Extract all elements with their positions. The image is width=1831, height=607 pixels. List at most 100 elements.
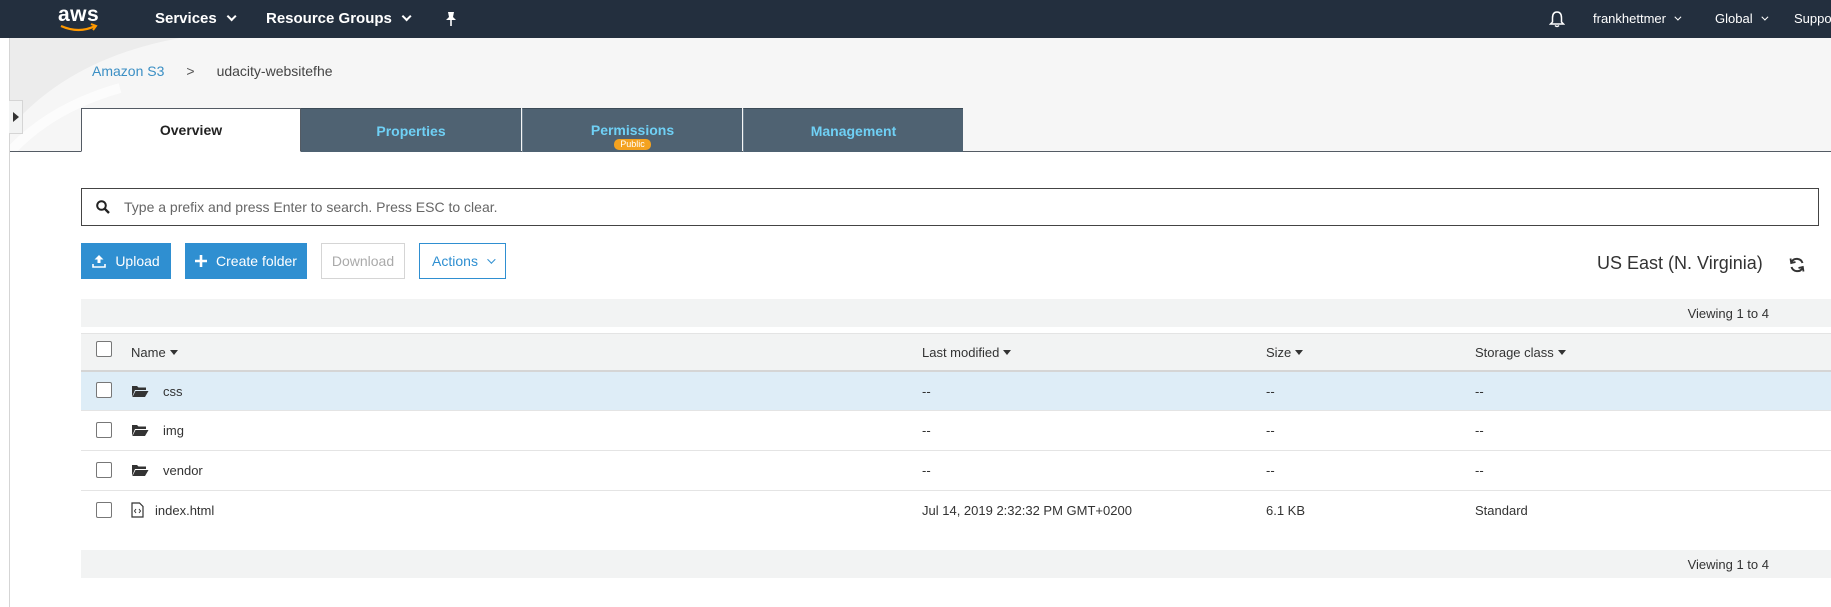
upload-label: Upload xyxy=(115,253,160,269)
row-checkbox[interactable] xyxy=(96,462,112,478)
search-icon xyxy=(96,200,110,214)
row-name[interactable]: vendor xyxy=(131,462,203,478)
column-name-label: Name xyxy=(131,345,166,360)
tab-permissions[interactable]: Permissions Public xyxy=(522,108,742,152)
download-label: Download xyxy=(331,253,395,269)
table-row[interactable]: img -- -- -- xyxy=(81,411,1831,451)
row-name[interactable]: css xyxy=(131,383,183,399)
row-last-modified: -- xyxy=(922,463,931,478)
tab-properties[interactable]: Properties xyxy=(301,108,521,152)
row-checkbox[interactable] xyxy=(96,502,112,518)
chevron-down-icon xyxy=(226,11,237,22)
region-name: Global xyxy=(1715,11,1753,26)
aws-logo[interactable]: aws xyxy=(58,3,104,35)
sort-caret-icon xyxy=(169,350,178,355)
expand-arrow-icon xyxy=(12,112,19,122)
user-menu[interactable]: frankhettmer xyxy=(1593,11,1682,26)
chevron-down-icon xyxy=(1760,13,1769,21)
resource-groups-label: Resource Groups xyxy=(266,10,392,27)
row-name-text: img xyxy=(163,422,184,438)
html-file-icon xyxy=(131,502,145,518)
row-storage-class: -- xyxy=(1475,463,1484,478)
tab-management-label: Management xyxy=(810,122,897,139)
row-checkbox[interactable] xyxy=(96,382,112,398)
row-name[interactable]: img xyxy=(131,422,184,438)
region-menu[interactable]: Global xyxy=(1715,11,1769,26)
row-name-text: index.html xyxy=(155,502,215,518)
search-input[interactable] xyxy=(124,199,1724,215)
pin-icon[interactable] xyxy=(444,11,458,30)
row-name[interactable]: index.html xyxy=(131,502,214,518)
actions-dropdown[interactable]: Actions xyxy=(419,243,506,279)
row-size: 6.1 KB xyxy=(1266,503,1306,518)
column-storage-class-label: Storage class xyxy=(1475,345,1554,360)
bell-icon[interactable] xyxy=(1548,10,1566,31)
folder-open-icon xyxy=(131,462,149,478)
services-menu[interactable]: Services xyxy=(155,10,237,27)
column-header-last-modified[interactable]: Last modified xyxy=(922,345,1012,360)
support-menu[interactable]: Suppo xyxy=(1794,11,1831,26)
folder-open-icon xyxy=(131,383,149,399)
column-size-label: Size xyxy=(1266,345,1292,360)
row-storage-class: Standard xyxy=(1475,503,1528,518)
tab-overview[interactable]: Overview xyxy=(81,108,301,152)
chevron-down-icon xyxy=(401,11,412,22)
breadcrumb-root-link[interactable]: Amazon S3 xyxy=(92,63,164,79)
row-last-modified: -- xyxy=(922,423,931,438)
row-name-text: css xyxy=(163,383,183,399)
sort-caret-icon xyxy=(1557,350,1566,355)
create-folder-label: Create folder xyxy=(216,253,297,269)
resource-groups-menu[interactable]: Resource Groups xyxy=(266,10,412,27)
chevron-down-icon xyxy=(1674,13,1682,21)
select-all-checkbox[interactable] xyxy=(96,341,112,357)
viewing-count-text: Viewing 1 to 4 xyxy=(1687,306,1769,321)
upload-icon xyxy=(92,254,107,268)
table-header: Name Last modified Size Storage class xyxy=(81,333,1831,371)
support-label: Suppo xyxy=(1794,11,1831,26)
viewing-count-text: Viewing 1 to 4 xyxy=(1687,557,1769,572)
public-badge: Public xyxy=(614,138,651,150)
column-header-size[interactable]: Size xyxy=(1266,345,1304,360)
row-last-modified: Jul 14, 2019 2:32:32 PM GMT+0200 xyxy=(922,503,1132,518)
column-last-modified-label: Last modified xyxy=(922,345,1000,360)
viewing-count-bottom: Viewing 1 to 4 xyxy=(81,550,1831,578)
sort-caret-icon xyxy=(1003,350,1012,355)
region-label: US East (N. Virginia) xyxy=(1597,253,1763,273)
row-size: -- xyxy=(1266,463,1275,478)
row-checkbox[interactable] xyxy=(96,422,112,438)
tab-permissions-label: Permissions xyxy=(590,121,675,138)
column-header-name[interactable]: Name xyxy=(131,345,178,360)
breadcrumb-separator: > xyxy=(186,63,195,79)
upload-button[interactable]: Upload xyxy=(81,243,171,279)
row-size: -- xyxy=(1266,384,1275,399)
plus-icon xyxy=(195,255,208,267)
tab-management[interactable]: Management xyxy=(743,108,963,152)
row-name-text: vendor xyxy=(163,462,203,478)
sidebar-toggle[interactable] xyxy=(9,100,23,134)
table-row[interactable]: vendor -- -- -- xyxy=(81,451,1831,491)
refresh-icon[interactable] xyxy=(1788,256,1806,274)
aws-smile-icon xyxy=(60,23,98,32)
services-label: Services xyxy=(155,10,217,27)
tab-overview-label: Overview xyxy=(159,122,223,138)
viewing-count-top: Viewing 1 to 4 xyxy=(81,299,1831,327)
breadcrumb: Amazon S3 > udacity-websitefhe xyxy=(92,63,333,79)
download-button[interactable]: Download xyxy=(321,243,405,279)
user-name: frankhettmer xyxy=(1593,11,1666,26)
chevron-down-icon xyxy=(487,255,496,264)
table-row[interactable]: index.html Jul 14, 2019 2:32:32 PM GMT+0… xyxy=(81,491,1831,531)
row-size: -- xyxy=(1266,423,1275,438)
folder-open-icon xyxy=(131,422,149,438)
search-box xyxy=(81,188,1819,226)
table-row[interactable]: css -- -- -- xyxy=(81,371,1831,411)
column-header-storage-class[interactable]: Storage class xyxy=(1475,345,1566,360)
row-last-modified: -- xyxy=(922,384,931,399)
sort-caret-icon xyxy=(1295,350,1304,355)
top-navigation-bar: aws Services Resource Groups frankhettme… xyxy=(0,0,1831,38)
breadcrumb-current: udacity-websitefhe xyxy=(216,63,333,79)
create-folder-button[interactable]: Create folder xyxy=(185,243,307,279)
row-storage-class: -- xyxy=(1475,423,1484,438)
row-storage-class: -- xyxy=(1475,384,1484,399)
tab-properties-label: Properties xyxy=(376,122,446,139)
actions-label: Actions xyxy=(432,253,478,269)
